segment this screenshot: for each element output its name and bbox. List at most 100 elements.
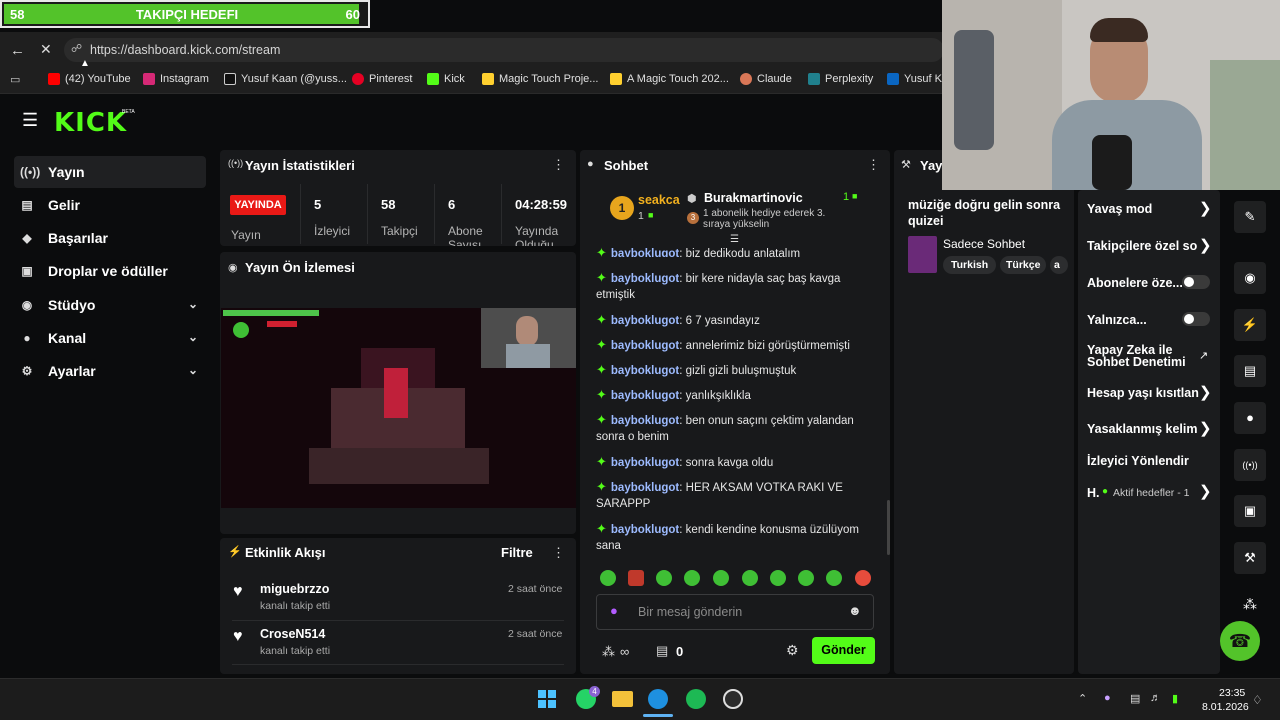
bookmark-instagram[interactable]: Instagram [143, 73, 209, 85]
loading-icon[interactable]: ✕ [40, 41, 52, 58]
edge-icon[interactable] [648, 689, 668, 709]
chevron-right-icon[interactable]: ❯ [1199, 383, 1212, 401]
active-goals-text[interactable]: Aktif hedefler - 1 [1113, 487, 1189, 499]
clock-time[interactable]: 23:35 [1219, 687, 1245, 699]
spotify-icon[interactable] [686, 689, 706, 709]
bookmark-kick[interactable]: Kick [427, 73, 465, 85]
bookmark-youtube[interactable]: (42) YouTube [48, 73, 131, 85]
emote-icon[interactable] [684, 570, 700, 586]
emote-icon[interactable] [770, 570, 786, 586]
chat-input[interactable]: Bir mesaj gönderin [638, 605, 742, 619]
support-chat-icon[interactable]: ☎ [1220, 621, 1260, 661]
chat-username[interactable]: bayboklugot [611, 457, 679, 469]
url-text[interactable]: https://dashboard.kick.com/stream [90, 43, 280, 57]
back-icon[interactable]: ← [10, 42, 25, 59]
activity-user[interactable]: miguebrzzo [260, 582, 329, 596]
activity-user[interactable]: CroseN514 [260, 627, 325, 641]
store-icon[interactable]: ▤ [656, 643, 668, 659]
chat-username[interactable]: bayboklugot [611, 315, 679, 327]
send-button[interactable]: Gönder [812, 637, 875, 664]
clock-date[interactable]: 8.01.2026 [1202, 701, 1249, 713]
subscribers-only-toggle[interactable] [1182, 275, 1210, 289]
expand-icon[interactable]: ☰ [730, 234, 739, 245]
sidebar-item-stream[interactable]: ((•)) Yayın [14, 156, 206, 188]
sidebar-item-drops[interactable]: ▣ Droplar ve ödüller [14, 255, 206, 287]
filter-button[interactable]: Filtre [501, 545, 533, 560]
emote-icon[interactable] [855, 570, 871, 586]
tag-chip[interactable]: a [1050, 256, 1068, 274]
tag-chip[interactable]: Turkish [943, 256, 997, 274]
camera-icon[interactable]: ◉ [1234, 262, 1266, 294]
broadcast-icon[interactable]: ((•)) [1234, 449, 1266, 481]
emoji-icon[interactable]: ☻ [848, 603, 862, 618]
menu-icon[interactable]: ☰ [22, 110, 38, 131]
file-explorer-icon[interactable] [612, 691, 633, 707]
windows-start-icon[interactable] [538, 690, 556, 708]
emote-only-toggle[interactable] [1182, 312, 1210, 326]
notification-bell-icon[interactable]: ♢ [1252, 693, 1263, 707]
chat-username[interactable]: bayboklugot [611, 390, 679, 402]
category-name[interactable]: Sadece Sohbet [943, 237, 1025, 251]
stream-preview-video[interactable] [221, 308, 576, 508]
emote-icon[interactable] [742, 570, 758, 586]
account-age-setting[interactable]: Hesap yaşı kısıtlan [1087, 386, 1199, 400]
bookmark-magic-touch-2[interactable]: A Magic Touch 202... [610, 73, 729, 85]
bookmark-claude[interactable]: Claude [740, 73, 792, 85]
kick-logo[interactable]: KICK [54, 108, 127, 138]
emote-icon[interactable] [656, 570, 672, 586]
sidebar-item-channel[interactable]: ● Kanal ⌄ [14, 322, 206, 354]
slow-mode-setting[interactable]: Yavaş mod [1087, 202, 1152, 216]
sidebar-item-revenue[interactable]: ▤ Gelir [14, 189, 206, 221]
chat-username[interactable]: bayboklugot [611, 524, 679, 536]
battery-icon[interactable]: ▮ [1172, 692, 1178, 705]
more-icon[interactable]: ⋮ [552, 157, 565, 173]
external-link-icon[interactable]: ↗ [1199, 349, 1208, 362]
more-icon[interactable]: ⋮ [867, 157, 880, 173]
volume-icon[interactable]: ♬ [1150, 692, 1161, 704]
raid-setting[interactable]: İzleyici Yönlendir [1087, 454, 1189, 468]
gifter-name[interactable]: Burakmartinovic [704, 191, 803, 205]
extension-icon[interactable]: ⁂ [1243, 596, 1257, 613]
obs-icon[interactable] [723, 689, 743, 709]
emote-icon[interactable] [798, 570, 814, 586]
more-icon[interactable]: ⋮ [552, 545, 565, 561]
emote-icon[interactable] [713, 570, 729, 586]
lightning-icon[interactable]: ⚡ [1234, 309, 1266, 341]
microphone-icon[interactable]: ● [1104, 692, 1111, 704]
notes-icon[interactable]: ▤ [1234, 355, 1266, 387]
sidebar-item-achievements[interactable]: ◆ Başarılar [14, 222, 206, 254]
gear-icon[interactable]: ⚙ [786, 642, 799, 659]
sidebar-item-settings[interactable]: ⚙ Ayarlar ⌄ [14, 355, 206, 387]
chevron-right-icon[interactable]: ❯ [1199, 199, 1212, 217]
followers-only-setting[interactable]: Takipçilere özel so [1087, 239, 1197, 253]
edit-icon[interactable]: ✎ [1234, 201, 1266, 233]
tag-chip[interactable]: Türkçe [1000, 256, 1047, 274]
bookmark-perplexity[interactable]: Perplexity [808, 73, 873, 85]
chat-username[interactable]: bayboklugot [611, 340, 679, 352]
bookmark-magic-touch[interactable]: Magic Touch Proje... [482, 73, 598, 85]
bookmark-linkedin[interactable]: Yusuf Ka [887, 73, 948, 85]
layout-icon[interactable]: ▣ [1234, 495, 1266, 527]
chat-username[interactable]: bayboklugot [611, 482, 679, 494]
tab-search-icon[interactable]: ▭ [10, 73, 20, 86]
bookmark-pinterest[interactable]: Pinterest [352, 73, 412, 85]
points-icon[interactable]: ⁂ [602, 644, 615, 660]
wrench-icon[interactable]: ⚒ [1234, 542, 1266, 574]
sidebar-item-studio[interactable]: ◉ Stüdyo ⌄ [14, 289, 206, 321]
ai-moderation-setting[interactable]: Yapay Zeka ile Sohbet Denetimi [1087, 344, 1187, 369]
chat-username[interactable]: bayboklugot [611, 365, 679, 377]
emote-icon[interactable] [628, 570, 644, 586]
microphone-icon[interactable]: ● [610, 603, 618, 618]
chat-username[interactable]: bayboklugot [611, 273, 679, 285]
chevron-right-icon[interactable]: ❯ [1199, 419, 1212, 437]
top-gifter-name[interactable]: seakca [638, 193, 680, 207]
display-icon[interactable]: ▤ [1130, 692, 1140, 705]
banned-words-setting[interactable]: Yasaklanmış kelim [1087, 422, 1198, 436]
chat-scrollbar[interactable] [887, 500, 890, 555]
chat-username[interactable]: bayboklugot [611, 248, 679, 257]
chevron-up-icon[interactable]: ⌃ [1078, 692, 1087, 705]
chat-username[interactable]: bayboklugot [611, 415, 679, 427]
lock-icon[interactable]: ☍ [71, 42, 82, 55]
bookmark-tiktok[interactable]: Yusuf Kaan (@yuss... [224, 73, 347, 85]
emote-icon[interactable] [826, 570, 842, 586]
